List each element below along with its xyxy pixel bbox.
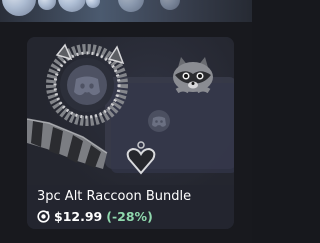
product-price: $12.99 [54, 208, 103, 224]
price-row: $12.99 (-28%) [37, 208, 153, 224]
product-title: 3pc Alt Raccoon Bundle [37, 189, 192, 204]
product-info: 3pc Alt Raccoon Bundle $12.99 (-28%) [27, 185, 234, 229]
bubble-decoration [118, 0, 144, 12]
bubble-decoration [38, 0, 56, 10]
bubble-decoration [160, 0, 180, 10]
bubble-decoration [58, 0, 86, 12]
bubble-decoration [86, 0, 100, 8]
discount-badge: (-28%) [106, 208, 153, 224]
previous-card-preview[interactable] [0, 0, 252, 22]
bubble-decoration [2, 0, 36, 16]
orb-icon [37, 209, 50, 223]
product-preview-image [27, 37, 234, 185]
product-card[interactable]: 3pc Alt Raccoon Bundle $12.99 (-28%) [27, 37, 234, 229]
shop-grid: 3pc Alt Raccoon Bundle $12.99 (-28%) [0, 0, 252, 243]
